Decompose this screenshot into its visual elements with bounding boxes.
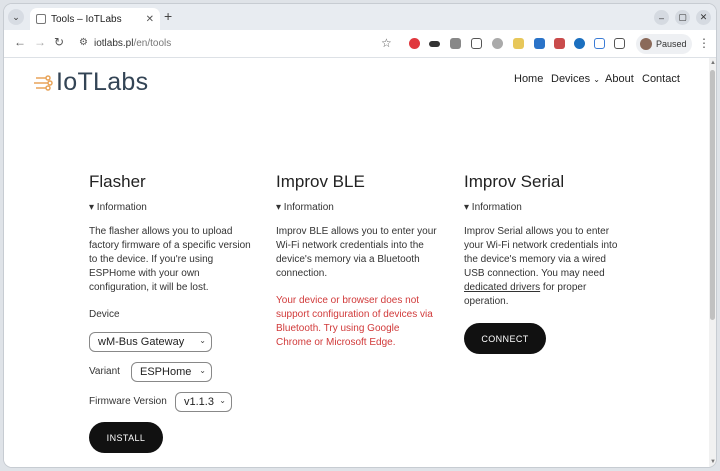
- maximize-icon[interactable]: ▢: [675, 10, 690, 25]
- page-content: IoTLabs Home Devices ⌄ About Contact Fla…: [4, 58, 709, 467]
- extension-image-icon[interactable]: [513, 38, 524, 49]
- nav-about[interactable]: About: [605, 73, 634, 85]
- profile-button[interactable]: Paused: [636, 34, 692, 54]
- url-domain: iotlabs.pl: [94, 38, 134, 49]
- browser-window: ⌄ Tools – IoTLabs ✕ + – ▢ ✕ ← → ↻ ⚙ iotl…: [4, 4, 716, 467]
- extension-red-icon[interactable]: [554, 38, 565, 49]
- minimize-icon[interactable]: –: [654, 10, 669, 25]
- improv-ble-info-toggle[interactable]: ▾ Information: [276, 202, 446, 213]
- variant-select[interactable]: ESPHome ⌄: [131, 362, 212, 382]
- extension-stop-icon[interactable]: [409, 38, 420, 49]
- scroll-down-icon[interactable]: ▼: [710, 459, 716, 465]
- improv-ble-warning: Your device or browser does not support …: [276, 295, 433, 348]
- improv-serial-title: Improv Serial: [464, 172, 565, 191]
- scrollbar-thumb[interactable]: [710, 70, 715, 320]
- flasher-title: Flasher: [89, 172, 146, 191]
- dedicated-drivers-link[interactable]: dedicated drivers: [464, 282, 540, 293]
- site-logo[interactable]: IoTLabs: [34, 68, 148, 97]
- chevron-down-icon: ⌄: [199, 336, 206, 345]
- flasher-section: Flasher ▾ Information The flasher allows…: [89, 172, 259, 295]
- avatar: [640, 38, 652, 50]
- address-bar[interactable]: iotlabs.pl/en/tools: [94, 38, 171, 49]
- flasher-description: The flasher allows you to upload factory…: [89, 226, 251, 293]
- firmware-version-label: Firmware Version: [89, 396, 167, 407]
- forward-icon[interactable]: →: [34, 35, 46, 49]
- install-button[interactable]: INSTALL: [89, 422, 163, 453]
- chevron-down-icon: ⌄: [219, 396, 226, 405]
- bookmark-star-icon[interactable]: ☆: [381, 36, 392, 50]
- extensions-puzzle-icon[interactable]: [614, 38, 625, 49]
- device-select[interactable]: wM-Bus Gateway ⌄: [89, 332, 212, 352]
- page-scrollbar[interactable]: ▲ ▼: [709, 58, 716, 467]
- nav-devices-label: Devices: [551, 73, 591, 85]
- variant-label: Variant: [89, 366, 120, 377]
- new-tab-icon[interactable]: +: [164, 8, 172, 24]
- extension-blue-circle-icon[interactable]: [574, 38, 585, 49]
- extension-glasses-icon[interactable]: [429, 41, 440, 47]
- variant-select-value: ESPHome: [140, 366, 192, 378]
- page-favicon-icon: [36, 14, 46, 24]
- tab-iotlabs[interactable]: Tools – IoTLabs ✕: [30, 8, 160, 30]
- extension-reader-icon[interactable]: [450, 38, 461, 49]
- nav-devices[interactable]: Devices ⌄: [551, 73, 600, 85]
- logo-circuit-icon: [34, 74, 53, 91]
- improv-serial-info-toggle[interactable]: ▾ Information: [464, 202, 634, 213]
- improv-ble-description: Improv BLE allows you to enter your Wi-F…: [276, 226, 437, 279]
- connect-button[interactable]: CONNECT: [464, 323, 546, 354]
- tab-title: Tools – IoTLabs: [51, 13, 122, 25]
- firmware-version-value: v1.1.3: [184, 396, 214, 408]
- close-window-icon[interactable]: ✕: [696, 10, 711, 25]
- nav-home[interactable]: Home: [514, 73, 543, 85]
- firmware-version-select[interactable]: v1.1.3 ⌄: [175, 392, 232, 412]
- improv-ble-title: Improv BLE: [276, 172, 365, 191]
- profile-status: Paused: [656, 39, 687, 49]
- extension-download-icon[interactable]: [534, 38, 545, 49]
- back-icon[interactable]: ←: [14, 35, 26, 49]
- tab-search-icon[interactable]: ⌄: [8, 9, 24, 25]
- improv-serial-section: Improv Serial ▾ Information Improv Seria…: [464, 172, 634, 309]
- browser-toolbar: ← → ↻ ⚙ iotlabs.pl/en/tools ☆ Paused ⋮: [4, 30, 716, 58]
- improv-serial-description: Improv Serial allows you to enter your W…: [464, 225, 626, 309]
- device-select-value: wM-Bus Gateway: [98, 336, 185, 348]
- chevron-down-icon: ⌄: [199, 366, 206, 375]
- close-tab-icon[interactable]: ✕: [146, 14, 154, 25]
- extension-triangle-icon[interactable]: [594, 38, 605, 49]
- extension-gear-icon[interactable]: [492, 38, 503, 49]
- url-path: /en/tools: [133, 38, 172, 49]
- improv-ble-section: Improv BLE ▾ Information Improv BLE allo…: [276, 172, 446, 350]
- scroll-up-icon[interactable]: ▲: [710, 60, 716, 66]
- chevron-down-icon: ⌄: [593, 75, 600, 84]
- reload-icon[interactable]: ↻: [54, 35, 64, 49]
- nav-contact[interactable]: Contact: [642, 73, 680, 85]
- device-label: Device: [89, 309, 120, 320]
- browser-menu-icon[interactable]: ⋮: [698, 36, 710, 50]
- extension-window-icon[interactable]: [471, 38, 482, 49]
- improv-serial-description-text: Improv Serial allows you to enter your W…: [464, 226, 618, 279]
- site-info-icon[interactable]: ⚙: [79, 37, 88, 48]
- flasher-info-toggle[interactable]: ▾ Information: [89, 202, 259, 213]
- logo-text: IoTLabs: [56, 68, 149, 96]
- tab-strip: ⌄ Tools – IoTLabs ✕ + – ▢ ✕: [4, 4, 716, 30]
